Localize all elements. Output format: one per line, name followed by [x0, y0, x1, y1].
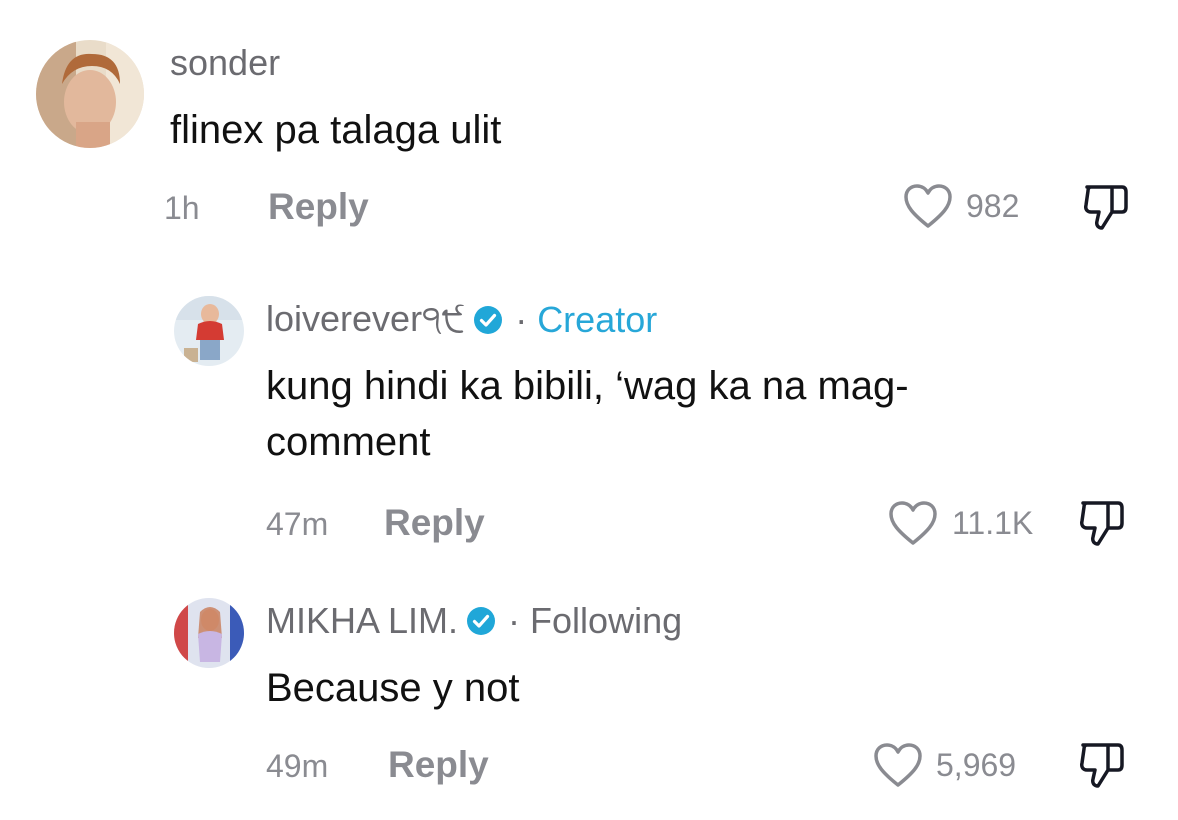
- comment-text: flinex pa talaga ulit: [170, 102, 501, 158]
- username[interactable]: MIKHA LIM.: [266, 600, 458, 642]
- avatar[interactable]: [36, 40, 144, 148]
- reply-button[interactable]: Reply: [384, 502, 485, 544]
- avatar[interactable]: [174, 598, 244, 668]
- separator-dot: ·: [515, 298, 528, 340]
- verified-check-icon: [474, 305, 503, 334]
- creator-badge: Creator: [537, 298, 658, 340]
- separator-dot: ·: [508, 600, 521, 641]
- username[interactable]: loiverever੧੯: [266, 298, 465, 341]
- comment-text-line: flinex pa talaga ulit: [170, 108, 502, 152]
- comment-text-line: Because y not: [266, 666, 520, 710]
- like-count: 11.1K: [952, 505, 1034, 541]
- heart-icon[interactable]: [888, 500, 938, 546]
- comment-text-line: comment: [266, 420, 431, 464]
- timestamp: 47m: [266, 506, 329, 542]
- avatar[interactable]: [174, 296, 244, 366]
- comment-text: Because y not: [266, 660, 520, 716]
- thumbs-down-icon[interactable]: [1082, 182, 1128, 232]
- like-count: 982: [966, 188, 1020, 224]
- reply-button[interactable]: Reply: [388, 744, 489, 786]
- reply-button[interactable]: Reply: [268, 186, 369, 228]
- comment-text: kung hindi ka bibili, ‘wag ka na mag- co…: [266, 358, 909, 470]
- username-row: loiverever੧੯ · Creator: [266, 298, 657, 341]
- like-count: 5,969: [936, 747, 1017, 783]
- timestamp: 49m: [266, 748, 329, 784]
- heart-icon[interactable]: [873, 742, 923, 788]
- username-row: MIKHA LIM. · Following: [266, 600, 682, 642]
- thumbs-down-icon[interactable]: [1078, 740, 1124, 790]
- timestamp: 1h: [164, 190, 200, 226]
- thumbs-down-icon[interactable]: [1078, 498, 1124, 548]
- following-badge: Following: [530, 600, 683, 641]
- verified-check-icon: [467, 607, 496, 635]
- comment-text-line: kung hindi ka bibili, ‘wag ka na mag-: [266, 364, 909, 408]
- heart-icon[interactable]: [903, 183, 953, 229]
- username[interactable]: sonder: [170, 42, 280, 84]
